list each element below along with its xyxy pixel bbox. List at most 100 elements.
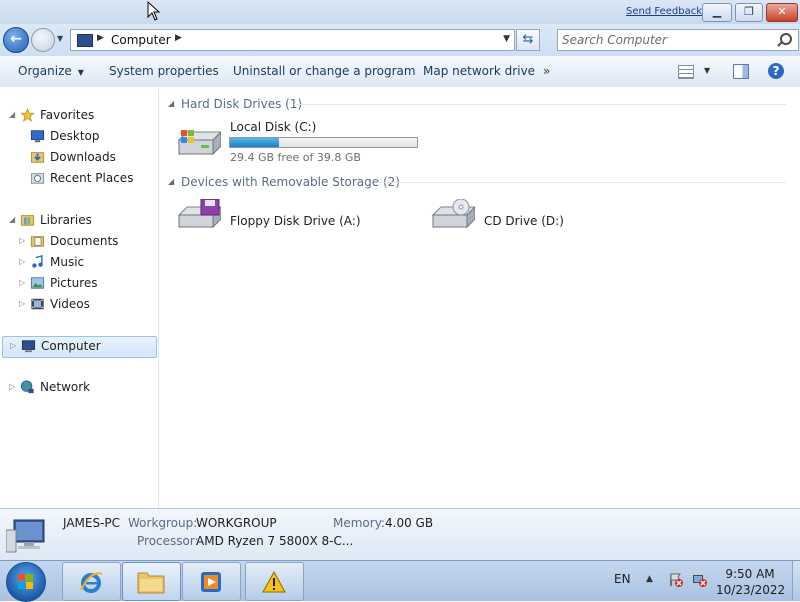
expand-arrow-icon[interactable]: ▷ — [19, 278, 25, 287]
start-button[interactable] — [6, 562, 46, 602]
nav-label-desktop: Desktop — [50, 129, 100, 143]
nav-item-recent-places[interactable]: Recent Places — [0, 169, 157, 189]
search-box[interactable] — [557, 29, 799, 51]
hard-disk-group-header[interactable]: ◢ Hard Disk Drives (1) — [159, 96, 800, 112]
clock[interactable]: 9:50 AM 10/23/2022 — [716, 566, 785, 598]
libraries-icon — [20, 215, 35, 226]
nav-item-videos[interactable]: ▷ Videos — [0, 295, 157, 315]
search-icon[interactable] — [780, 33, 792, 45]
back-button[interactable]: ← — [3, 27, 29, 53]
system-properties-button[interactable]: System properties — [109, 64, 219, 78]
map-network-drive-button[interactable]: Map network drive — [423, 64, 535, 78]
network-icon — [20, 380, 34, 394]
recent-pages-dropdown[interactable]: ▼ — [57, 34, 63, 43]
taskbar: EN ▲ 9:50 AM 10/23/2022 — [0, 560, 800, 602]
drive-a-name: Floppy Disk Drive (A:) — [230, 214, 361, 228]
processor-value: AMD Ryzen 7 5800X 8-C... — [196, 534, 354, 548]
media-player-icon — [201, 572, 221, 592]
expand-arrow-icon[interactable]: ▷ — [19, 257, 25, 266]
forward-button[interactable] — [31, 28, 55, 52]
collapse-arrow-icon[interactable]: ◢ — [168, 99, 174, 108]
expand-arrow-icon[interactable]: ▷ — [19, 236, 25, 245]
collapse-arrow-icon[interactable]: ◢ — [9, 215, 15, 224]
nav-label-pictures: Pictures — [50, 276, 98, 290]
nav-label-music: Music — [50, 255, 85, 269]
drive-c-name: Local Disk (C:) — [230, 120, 317, 134]
drive-c[interactable]: Local Disk (C:) 29.4 GB free of 39.8 GB — [177, 120, 447, 166]
nav-item-desktop[interactable]: Desktop — [0, 127, 157, 147]
mouse-cursor-icon — [147, 1, 161, 21]
minimize-button[interactable]: ▁ — [702, 3, 732, 22]
taskbar-warning-app[interactable] — [245, 562, 304, 601]
show-desktop-button[interactable] — [792, 561, 800, 600]
recent-places-icon — [30, 173, 45, 184]
floppy-drive-icon — [177, 199, 221, 229]
nav-item-pictures[interactable]: ▷ Pictures — [0, 274, 157, 294]
breadcrumb-separator-icon[interactable]: ▶ — [97, 33, 104, 43]
command-bar: Organize ▼ System properties Uninstall or… — [0, 56, 800, 88]
nav-item-documents[interactable]: ▷ Documents — [0, 232, 157, 252]
address-toolbar: ← ▼ ▶ Computer ▶ ▼ ⇆ — [0, 24, 800, 56]
nav-item-downloads[interactable]: Downloads — [0, 148, 157, 168]
collapse-arrow-icon[interactable]: ◢ — [9, 110, 15, 119]
drive-d-name: CD Drive (D:) — [484, 214, 564, 228]
address-dropdown-icon[interactable]: ▼ — [503, 34, 510, 44]
breadcrumb-chevron-icon[interactable]: ▶ — [175, 33, 182, 43]
taskbar-windows-explorer[interactable] — [122, 562, 181, 601]
nav-label-documents: Documents — [50, 234, 119, 248]
expand-arrow-icon[interactable]: ▷ — [10, 341, 16, 350]
refresh-icon: ⇆ — [522, 32, 534, 47]
drive-a[interactable]: Floppy Disk Drive (A:) — [177, 199, 387, 243]
network-status-icon[interactable] — [692, 572, 708, 588]
restore-icon: ❐ — [744, 5, 754, 18]
taskbar-internet-explorer[interactable] — [62, 562, 121, 601]
nav-item-music[interactable]: ▷ Music — [0, 253, 157, 273]
refresh-button[interactable]: ⇆ — [516, 29, 540, 51]
navigation-pane: ◢ Favorites Desktop Downloads Recent Pla… — [0, 87, 159, 508]
processor-label: Processor: — [137, 534, 199, 548]
nav-libraries[interactable]: ◢ Libraries — [0, 211, 157, 231]
hard-disk-group-title: Hard Disk Drives (1) — [181, 97, 303, 111]
desktop-icon — [30, 130, 45, 143]
computer-icon — [6, 519, 45, 553]
drive-c-usage-bar — [229, 137, 418, 148]
computer-name: JAMES-PC — [63, 516, 121, 530]
folder-icon — [137, 572, 165, 594]
pictures-icon — [30, 277, 45, 289]
nav-label-videos: Videos — [50, 297, 90, 311]
details-pane: JAMES-PC Workgroup: WORKGROUP Memory: 4.… — [0, 508, 800, 561]
minimize-icon: ▁ — [712, 5, 722, 18]
close-button[interactable]: ✕ — [766, 3, 798, 22]
show-hidden-icons-button[interactable]: ▲ — [646, 574, 653, 584]
organize-menu[interactable]: Organize ▼ — [18, 64, 84, 78]
nav-favorites[interactable]: ◢ Favorites — [0, 106, 157, 126]
nav-network[interactable]: ▷ Network — [0, 378, 157, 398]
breadcrumb-computer[interactable]: Computer — [111, 33, 171, 47]
address-field[interactable]: ▶ Computer ▶ ▼ — [70, 29, 515, 51]
preview-pane-icon[interactable] — [733, 64, 749, 79]
view-options-dropdown[interactable]: ▼ — [704, 66, 710, 75]
content-pane: ◢ Hard Disk Drives (1) Local Disk (C:) 2… — [159, 87, 800, 508]
removable-group-header[interactable]: ◢ Devices with Removable Storage (2) — [159, 174, 800, 190]
send-feedback-link[interactable]: Send Feedback — [626, 6, 702, 17]
expand-arrow-icon[interactable]: ▷ — [9, 382, 15, 391]
uninstall-program-button[interactable]: Uninstall or change a program — [233, 64, 416, 78]
clock-time: 9:50 AM — [725, 567, 775, 581]
action-center-icon[interactable] — [668, 572, 684, 588]
back-arrow-icon: ← — [10, 31, 22, 47]
expand-arrow-icon[interactable]: ▷ — [19, 299, 25, 308]
more-commands-button[interactable]: » — [543, 64, 550, 78]
computer-icon — [77, 34, 93, 47]
change-view-icon[interactable] — [678, 65, 694, 79]
taskbar-media-player[interactable] — [182, 562, 241, 601]
search-input[interactable] — [562, 32, 767, 47]
language-indicator[interactable]: EN — [614, 572, 631, 586]
drive-d[interactable]: CD Drive (D:) — [431, 199, 631, 243]
restore-button[interactable]: ❐ — [735, 3, 763, 22]
collapse-arrow-icon[interactable]: ◢ — [168, 177, 174, 186]
group-divider — [294, 104, 786, 105]
drive-c-usage-fill — [230, 138, 279, 147]
nav-computer[interactable]: ▷ Computer — [2, 336, 157, 358]
help-icon[interactable]: ? — [768, 63, 784, 79]
group-divider — [377, 182, 786, 183]
